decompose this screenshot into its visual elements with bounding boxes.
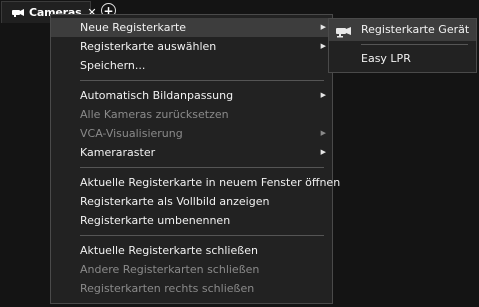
- menu-item-label: Alle Kameras zurücksetzen: [80, 108, 229, 121]
- menu-item-neue-registerkarte[interactable]: Neue Registerkarte ▶: [51, 18, 332, 37]
- app-window: Cameras ✕ + Neue Registerkarte ▶ Registe…: [0, 0, 479, 307]
- menu-item-alle-kameras-zuruecksetzen: Alle Kameras zurücksetzen: [51, 105, 332, 124]
- menu-item-speichern[interactable]: Speichern...: [51, 56, 332, 75]
- submenu-item-registerkarte-geraet[interactable]: Registerkarte Gerät: [329, 19, 476, 41]
- menu-item-label: Aktuelle Registerkarte in neuem Fenster …: [80, 176, 341, 189]
- submenu-neue-registerkarte: Registerkarte Gerät Easy LPR: [328, 18, 477, 73]
- menu-divider: [80, 167, 324, 168]
- submenu-item-label: Easy LPR: [361, 52, 411, 65]
- menu-item-label: Automatisch Bildanpassung: [80, 89, 234, 102]
- menu-item-label: Registerkarte umbenennen: [80, 214, 231, 227]
- submenu-arrow-icon: ▶: [320, 42, 326, 50]
- menu-item-label: Registerkarte auswählen: [80, 40, 217, 53]
- menu-divider: [80, 235, 324, 236]
- camera-icon: [335, 24, 353, 46]
- menu-divider: [80, 80, 324, 81]
- submenu-arrow-icon: ▶: [320, 23, 326, 31]
- menu-item-label: Andere Registerkarten schließen: [80, 263, 260, 276]
- menu-item-open-in-new-window[interactable]: Aktuelle Registerkarte in neuem Fenster …: [51, 173, 340, 192]
- context-menu: Neue Registerkarte ▶ Registerkarte auswä…: [50, 14, 340, 304]
- menu-item-close-other-tabs: Andere Registerkarten schließen: [51, 260, 332, 279]
- submenu-divider: [361, 44, 468, 45]
- menu-item-label: Registerkarten rechts schließen: [80, 282, 255, 295]
- menu-item-label: Neue Registerkarte: [80, 21, 187, 34]
- menu-item-label: Registerkarte als Vollbild anzeigen: [80, 195, 270, 208]
- menu-item-registerkarte-auswaehlen[interactable]: Registerkarte auswählen ▶: [51, 37, 332, 56]
- camera-icon: [11, 8, 25, 18]
- submenu-arrow-icon: ▶: [320, 91, 326, 99]
- menu-item-label: Aktuelle Registerkarte schließen: [80, 244, 258, 257]
- menu-item-kameraraster[interactable]: Kameraraster ▶: [51, 143, 332, 162]
- submenu-arrow-icon: ▶: [320, 148, 326, 156]
- menu-item-label: VCA-Visualisierung: [80, 127, 183, 140]
- menu-item-fullscreen[interactable]: Registerkarte als Vollbild anzeigen: [51, 192, 332, 211]
- submenu-item-label: Registerkarte Gerät: [361, 23, 470, 36]
- menu-item-label: Kameraraster: [80, 146, 156, 159]
- menu-item-label: Speichern...: [80, 59, 146, 72]
- menu-item-automatisch-bildanpassung[interactable]: Automatisch Bildanpassung ▶: [51, 86, 332, 105]
- submenu-item-easy-lpr[interactable]: Easy LPR: [329, 48, 476, 70]
- menu-item-vca-visualisierung: VCA-Visualisierung ▶: [51, 124, 332, 143]
- menu-item-close-current-tab[interactable]: Aktuelle Registerkarte schließen: [51, 241, 332, 260]
- menu-item-rename-tab[interactable]: Registerkarte umbenennen: [51, 211, 332, 230]
- submenu-arrow-icon: ▶: [320, 129, 326, 137]
- menu-item-close-tabs-right: Registerkarten rechts schließen: [51, 279, 332, 298]
